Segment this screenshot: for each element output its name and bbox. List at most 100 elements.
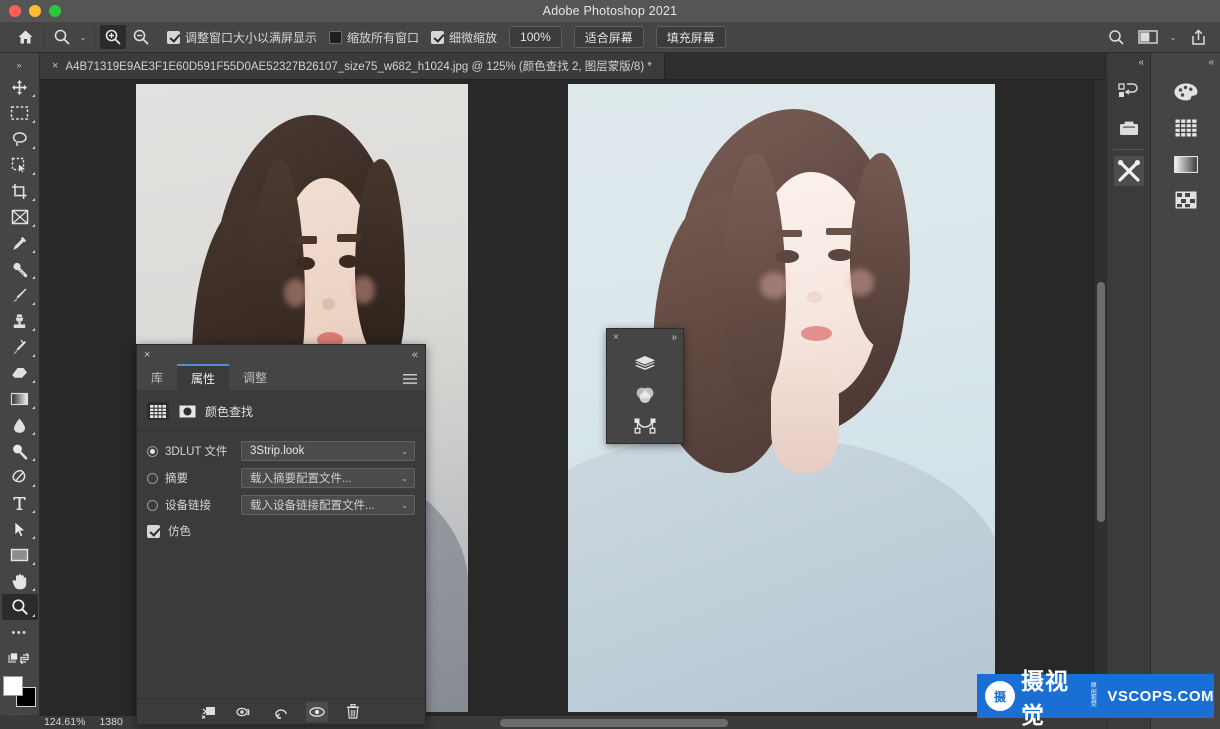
divider	[137, 430, 425, 431]
fit-screen-button[interactable]: 适合屏幕	[574, 26, 644, 48]
brush-tool[interactable]	[2, 282, 38, 308]
workspace-icon[interactable]	[1135, 25, 1161, 49]
hand-tool[interactable]	[2, 568, 38, 594]
layers-panel-icon[interactable]	[632, 353, 658, 375]
canvas-vertical-scrollbar[interactable]	[1093, 80, 1106, 715]
adjustment-layer-icon[interactable]	[176, 402, 198, 420]
vertical-scroll-thumb[interactable]	[1097, 282, 1105, 522]
radio-abstract[interactable]	[147, 473, 158, 484]
swatches-panel-icon[interactable]	[1171, 113, 1201, 143]
eraser-tool[interactable]	[2, 360, 38, 386]
paths-panel-icon[interactable]	[632, 415, 658, 437]
home-icon[interactable]	[12, 25, 38, 49]
search-icon[interactable]	[1103, 25, 1129, 49]
eye-icon[interactable]	[306, 702, 328, 722]
quick-selection-tool[interactable]	[2, 152, 38, 178]
lasso-tool[interactable]	[2, 126, 38, 152]
close-icon[interactable]: ×	[144, 349, 150, 361]
lut-grid-icon[interactable]	[147, 402, 169, 420]
tab-properties[interactable]: 属性	[177, 364, 229, 390]
tab-libraries[interactable]: 库	[137, 364, 177, 390]
fill-screen-button[interactable]: 填充屏幕	[656, 26, 726, 48]
right-dock-column-a: «	[1106, 53, 1150, 729]
healing-brush-tool[interactable]	[2, 256, 38, 282]
label-abstract: 摘要	[165, 470, 241, 486]
collapse-icon[interactable]: «	[1208, 57, 1214, 68]
marquee-tool[interactable]	[2, 100, 38, 126]
checkbox-box[interactable]	[329, 31, 342, 44]
crop-tool[interactable]	[2, 178, 38, 204]
zoom-all-windows-checkbox[interactable]: 缩放所有窗口	[329, 29, 419, 46]
gradients-panel-icon[interactable]	[1171, 149, 1201, 179]
properties-panel[interactable]: × « 库 属性 调整 颜色查找 3DL	[136, 344, 426, 725]
zoom-level-input[interactable]: 100%	[509, 26, 562, 48]
scrubby-zoom-checkbox[interactable]: 细微缩放	[431, 29, 497, 46]
dock-b-collapse[interactable]: «	[1151, 53, 1220, 71]
zoom-tool[interactable]	[2, 594, 38, 620]
expand-icon[interactable]: »	[671, 332, 677, 343]
collapse-icon[interactable]: «	[1138, 57, 1144, 68]
trash-icon[interactable]	[342, 702, 364, 722]
checkbox-dither[interactable]	[147, 525, 160, 538]
frame-tool[interactable]	[2, 204, 38, 230]
blur-tool[interactable]	[2, 412, 38, 438]
tab-adjustments[interactable]: 调整	[229, 364, 281, 390]
select-3dlut-file[interactable]: 3Strip.look ⌄	[241, 441, 415, 461]
adjustments-panel-icon[interactable]	[1114, 156, 1144, 186]
path-selection-tool[interactable]	[2, 516, 38, 542]
row-device-link[interactable]: 设备链接 载入设备链接配置文件... ⌄	[137, 493, 425, 517]
chevron-down-icon[interactable]: ⌄	[1166, 33, 1180, 42]
chevron-down-icon[interactable]: ⌄	[401, 501, 408, 510]
color-swatches[interactable]	[3, 676, 37, 708]
chevron-down-icon[interactable]: ⌄	[76, 33, 90, 42]
checkbox-box[interactable]	[167, 31, 180, 44]
resize-windows-to-fit-checkbox[interactable]: 调整窗口大小以满屏显示	[167, 29, 317, 46]
history-brush-tool[interactable]	[2, 334, 38, 360]
more-tools-button[interactable]: •••	[2, 620, 38, 646]
document-tab[interactable]: × A4B71319E9AE3F1E60D591F55D0AE52327B261…	[40, 53, 665, 79]
horizontal-scroll-thumb[interactable]	[500, 719, 728, 727]
panel-menu-icon[interactable]	[403, 371, 417, 389]
eyedropper-tool[interactable]	[2, 230, 38, 256]
expand-toolbar-icon[interactable]: »	[0, 56, 39, 74]
radio-3dlut-file[interactable]	[147, 446, 158, 457]
clone-stamp-tool[interactable]	[2, 308, 38, 334]
actions-panel-icon[interactable]	[1114, 113, 1144, 143]
history-panel-icon[interactable]	[1114, 77, 1144, 107]
clip-to-layer-icon[interactable]	[198, 702, 220, 722]
zoom-out-icon[interactable]	[128, 25, 154, 49]
collapse-icon[interactable]: «	[412, 349, 418, 361]
close-icon[interactable]: ×	[52, 60, 58, 72]
reset-arrow-icon[interactable]	[270, 702, 292, 722]
rectangle-tool[interactable]	[2, 542, 38, 568]
close-icon[interactable]: ×	[613, 332, 619, 343]
share-icon[interactable]	[1185, 25, 1211, 49]
channels-panel-icon[interactable]	[632, 384, 658, 406]
eye-previous-icon[interactable]	[234, 702, 256, 722]
dock-a-collapse[interactable]: «	[1107, 53, 1150, 71]
checkbox-box[interactable]	[431, 31, 444, 44]
watermark: 摄 摄视觉 原创 视觉 VSCOPS.COM	[977, 674, 1214, 718]
row-abstract[interactable]: 摘要 载入摘要配置文件... ⌄	[137, 466, 425, 490]
zoom-in-icon[interactable]	[100, 25, 126, 49]
type-tool[interactable]	[2, 490, 38, 516]
foreground-color-swatch[interactable]	[3, 676, 23, 696]
row-3dlut-file[interactable]: 3DLUT 文件 3Strip.look ⌄	[137, 439, 425, 463]
color-panel-icon[interactable]	[1171, 77, 1201, 107]
status-zoom-level[interactable]: 124.61%	[44, 716, 85, 728]
watermark-sub-line2: 视觉	[1091, 696, 1102, 709]
chevron-down-icon[interactable]: ⌄	[401, 447, 408, 456]
pen-tool[interactable]	[2, 464, 38, 490]
collapsed-panel-group[interactable]: × »	[606, 328, 684, 444]
chevron-down-icon[interactable]: ⌄	[401, 474, 408, 483]
radio-device-link[interactable]	[147, 500, 158, 511]
select-device-link[interactable]: 载入设备链接配置文件... ⌄	[241, 495, 415, 515]
edit-toolbar-icon[interactable]	[2, 646, 38, 672]
move-tool[interactable]	[2, 74, 38, 100]
row-dither[interactable]: 仿色	[137, 520, 425, 542]
gradient-tool[interactable]	[2, 386, 38, 412]
select-abstract[interactable]: 载入摘要配置文件... ⌄	[241, 468, 415, 488]
zoom-tool-icon[interactable]	[49, 25, 75, 49]
dodge-tool[interactable]	[2, 438, 38, 464]
patterns-panel-icon[interactable]	[1171, 185, 1201, 215]
